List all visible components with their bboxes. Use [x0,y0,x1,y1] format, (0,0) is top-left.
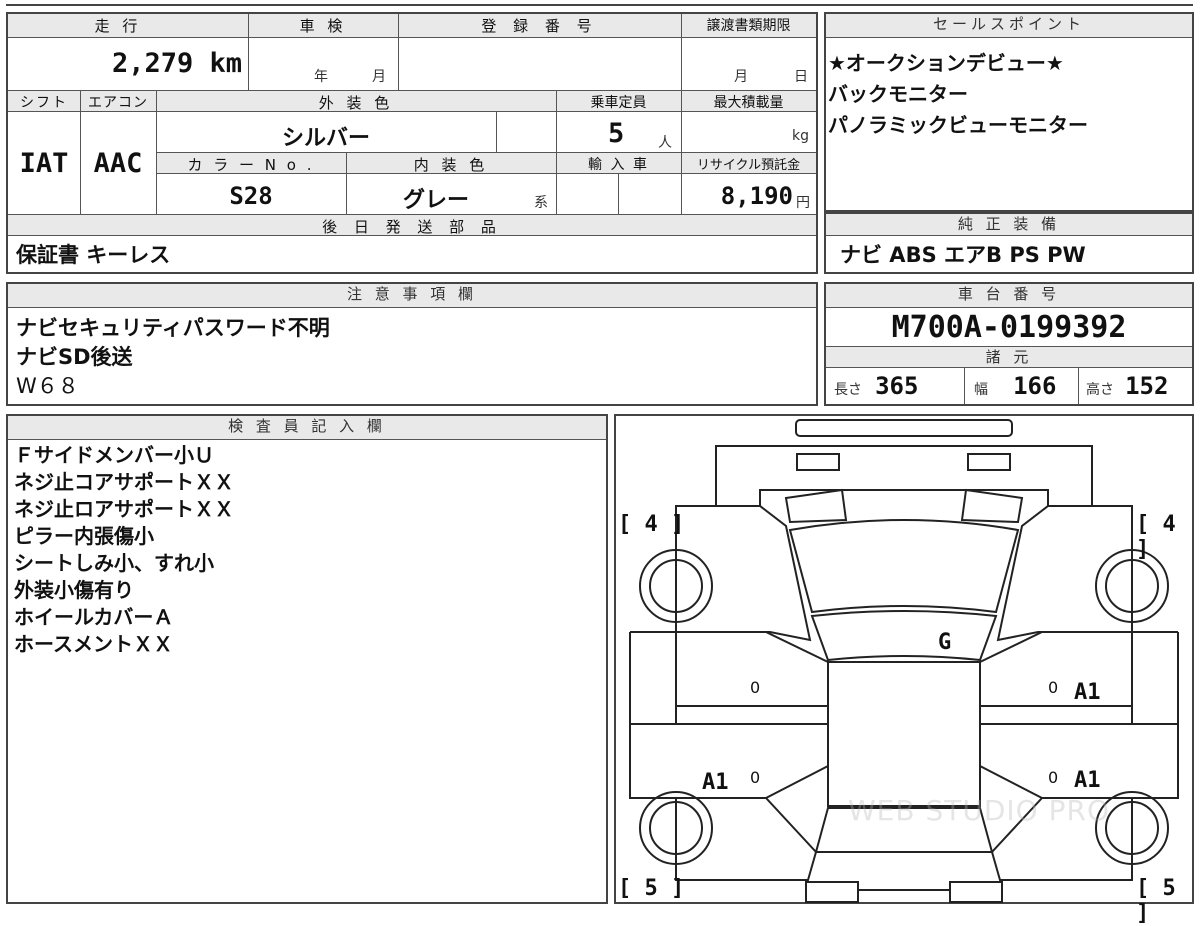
exterior-color-header: 外 装 色 [318,94,394,112]
left-rear-door-mark: A1 [702,770,729,795]
note-item: ナビSD後送 [16,345,133,369]
mileage-value: 2,279 km [111,48,242,79]
genuine-equipment-header: 純 正 装 備 [826,214,1192,236]
inspector-note: ピラー内張傷小 [14,524,154,548]
tire-front-right-mark: [ 4 ] [1136,512,1176,562]
max-load-header: 最大積載量 [713,95,784,111]
right-rear-door-mark: A1 [1074,768,1101,793]
inspector-note: ホイールカバーＡ [14,605,174,629]
exterior-color-value: シルバー [281,126,370,151]
max-load-unit: kg [792,128,809,144]
capacity-unit: 人 [658,135,672,151]
interior-color-value: グレー [402,188,469,213]
sales-point-item: パノラミックビューモニター [828,113,1088,137]
registration-header: 登 録 番 号 [481,17,598,35]
transfer-deadline-header: 譲渡書類期限 [706,18,791,34]
inspector-note: Ｆサイドメンバー小Ｕ [14,443,214,467]
inspection-header: 車 検 [299,17,347,35]
notes-box: 注 意 事 項 欄 ナビセキュリティパスワード不明 ナビSD後送 W６８ [6,282,818,406]
inspection-year-label: 年 [314,69,328,85]
recycle-unit: 円 [796,195,810,211]
recycle-value: 8,190 [720,182,793,210]
inspector-note: シートしみ小、すれ小 [14,551,214,575]
deadline-month-label: 月 [734,69,748,85]
inspector-box: 検 査 員 記 入 欄 Ｆサイドメンバー小Ｕ ネジ止コアサポートＸＸ ネジ止ロア… [6,414,608,904]
note-item: ナビセキュリティパスワード不明 [16,316,330,340]
inspector-notes-list: Ｆサイドメンバー小Ｕ ネジ止コアサポートＸＸ ネジ止ロアサポートＸＸ ピラー内張… [14,442,234,658]
chassis-number: M700A-0199392 [891,310,1127,345]
sales-points-list: ★オークションデビュー★ バックモニター パノラミックビューモニター [828,48,1188,141]
later-parts-header: 後 日 発 送 部 品 [322,218,502,236]
import-header: 輸 入 車 [588,157,649,173]
sales-points-header: セールスポイント [826,14,1192,38]
zero-mark: 0 [750,678,761,697]
aircon-header: エアコン [88,95,148,111]
car-outline [629,419,1179,903]
length-spec: 長さ 365 [834,372,919,400]
chassis-box: 車 台 番 号 M700A-0199392 諸 元 長さ 365 幅 166 高… [824,282,1194,406]
color-no-header: カ ラ ー N o . [187,156,315,174]
tire-front-left-mark: [ 4 ] [618,512,685,537]
sales-points-box: セールスポイント ★オークションデビュー★ バックモニター パノラミックビューモ… [824,12,1194,212]
zero-mark: 0 [1048,768,1059,787]
capacity-header: 乗車定員 [590,95,647,111]
inspector-note: ネジ止ロアサポートＸＸ [14,497,234,521]
mileage-header: 走 行 [94,17,142,35]
notes-list: ナビセキュリティパスワード不明 ナビSD後送 W６８ [16,314,330,401]
sales-point-item: バックモニター [828,82,968,106]
inspection-month-label: 月 [372,69,386,85]
genuine-equipment-value: ナビ ABS エアB PS PW [840,243,1086,267]
watermark: WEB STUDIO PRO [848,794,1110,827]
tire-rear-right-mark: [ 5 ] [1136,876,1176,926]
note-item: W６８ [16,374,79,398]
car-diagram: [ 4 ] [ 4 ] [ 5 ] [ 5 ] G A1 A1 A1 0 0 0… [614,414,1194,926]
interior-color-header: 内 装 色 [413,156,489,174]
width-spec: 幅 166 [974,372,1057,400]
capacity-value: 5 [608,118,625,149]
right-front-door-mark: A1 [1074,680,1101,705]
color-no-value: S28 [229,182,273,210]
vehicle-info-table: 走 行 車 検 登 録 番 号 譲渡書類期限 2,279 km 年 月 月 日 … [6,12,818,274]
later-parts-value: 保証書 キーレス [16,243,171,267]
inspector-note: ネジ止コアサポートＸＸ [14,470,234,494]
recycle-header: リサイクル預託金 [696,158,801,173]
inspector-header: 検 査 員 記 入 欄 [8,416,606,440]
deadline-day-label: 日 [794,69,808,85]
height-spec: 高さ 152 [1086,372,1169,400]
zero-mark: 0 [1048,678,1059,697]
aircon-value: AAC [93,148,143,179]
shift-value: IAT [19,148,69,179]
roof-mark: G [938,630,952,655]
tire-rear-left-mark: [ 5 ] [618,876,685,901]
top-strip [0,0,1200,8]
zero-mark: 0 [750,768,761,787]
sales-point-item: ★オークションデビュー★ [828,51,1064,75]
notes-header: 注 意 事 項 欄 [8,284,816,308]
specs-header: 諸 元 [826,346,1192,368]
inspector-note: ホースメントＸＸ [14,632,173,656]
interior-suffix: 系 [534,195,548,211]
inspector-note: 外装小傷有り [14,578,134,602]
shift-header: シフト [20,95,68,111]
chassis-header: 車 台 番 号 [826,284,1192,308]
genuine-equipment-box: 純 正 装 備 ナビ ABS エアB PS PW [824,212,1194,274]
